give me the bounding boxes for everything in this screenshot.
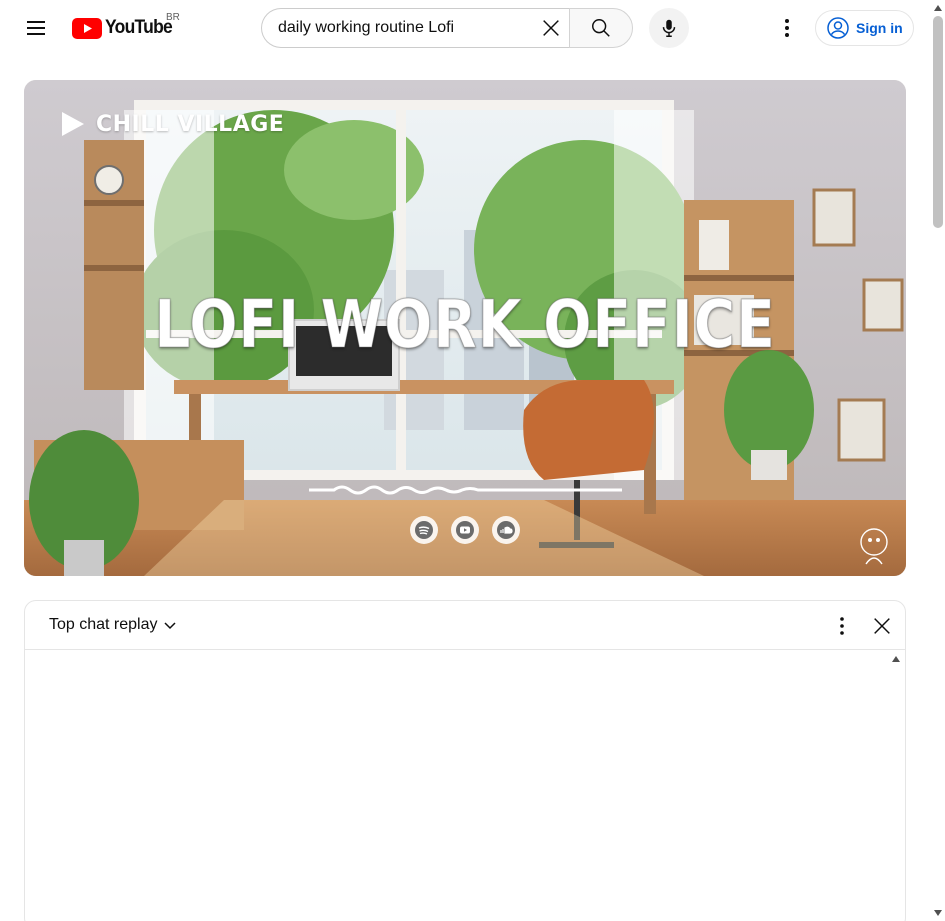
chat-messages-area[interactable] — [25, 650, 905, 921]
more-vert-icon — [840, 617, 844, 635]
chat-mode-dropdown[interactable]: Top chat replay — [49, 613, 180, 637]
guide-menu-button[interactable] — [16, 8, 56, 48]
more-vert-icon — [785, 19, 789, 37]
youtube-play-icon — [72, 17, 102, 39]
video-player[interactable]: CHILL VILLAGE LOFI WORK OFFICE — [24, 80, 906, 576]
search-box — [261, 8, 571, 48]
hamburger-menu-icon — [27, 21, 45, 35]
search-input[interactable] — [278, 9, 528, 47]
search-icon — [592, 19, 610, 37]
soundcloud-icon — [492, 516, 520, 544]
page-scrollbar[interactable] — [931, 0, 945, 921]
logo-wordmark: YouTube — [105, 17, 173, 38]
chat-header: Top chat replay — [25, 601, 905, 650]
chevron-down-icon — [163, 622, 176, 630]
settings-button[interactable] — [767, 8, 807, 48]
chat-more-options-button[interactable] — [822, 606, 862, 646]
close-icon — [874, 618, 890, 634]
spotify-icon — [410, 516, 438, 544]
scrollbar-thumb[interactable] — [933, 16, 943, 228]
voice-search-button[interactable] — [649, 8, 689, 48]
sign-in-label: Sign in — [856, 20, 903, 36]
chat-panel: Top chat replay — [24, 600, 906, 921]
account-circle-icon — [827, 17, 849, 39]
sign-in-button[interactable]: Sign in — [815, 10, 914, 46]
social-icons-row — [410, 516, 520, 544]
youtube-icon — [451, 516, 479, 544]
play-icon — [62, 112, 84, 136]
chat-mode-label: Top chat replay — [49, 616, 158, 633]
watermark-icon — [860, 528, 888, 565]
search-button[interactable] — [569, 8, 633, 48]
thumbnail-title: LOFI WORK OFFICE — [154, 286, 776, 364]
channel-branding: CHILL VILLAGE — [60, 110, 284, 138]
channel-name-overlay: CHILL VILLAGE — [96, 111, 285, 137]
country-code: BR — [166, 12, 180, 23]
chat-scroll-up-arrow[interactable] — [891, 654, 901, 664]
chat-close-button[interactable] — [862, 606, 902, 646]
microphone-icon — [662, 19, 676, 37]
scroll-up-arrow[interactable] — [931, 2, 945, 14]
masthead: YouTube BR Sig — [0, 0, 931, 56]
youtube-logo[interactable]: YouTube — [72, 17, 178, 39]
clear-search-button[interactable] — [531, 9, 571, 47]
close-icon — [543, 20, 559, 36]
scroll-down-arrow[interactable] — [931, 907, 945, 919]
